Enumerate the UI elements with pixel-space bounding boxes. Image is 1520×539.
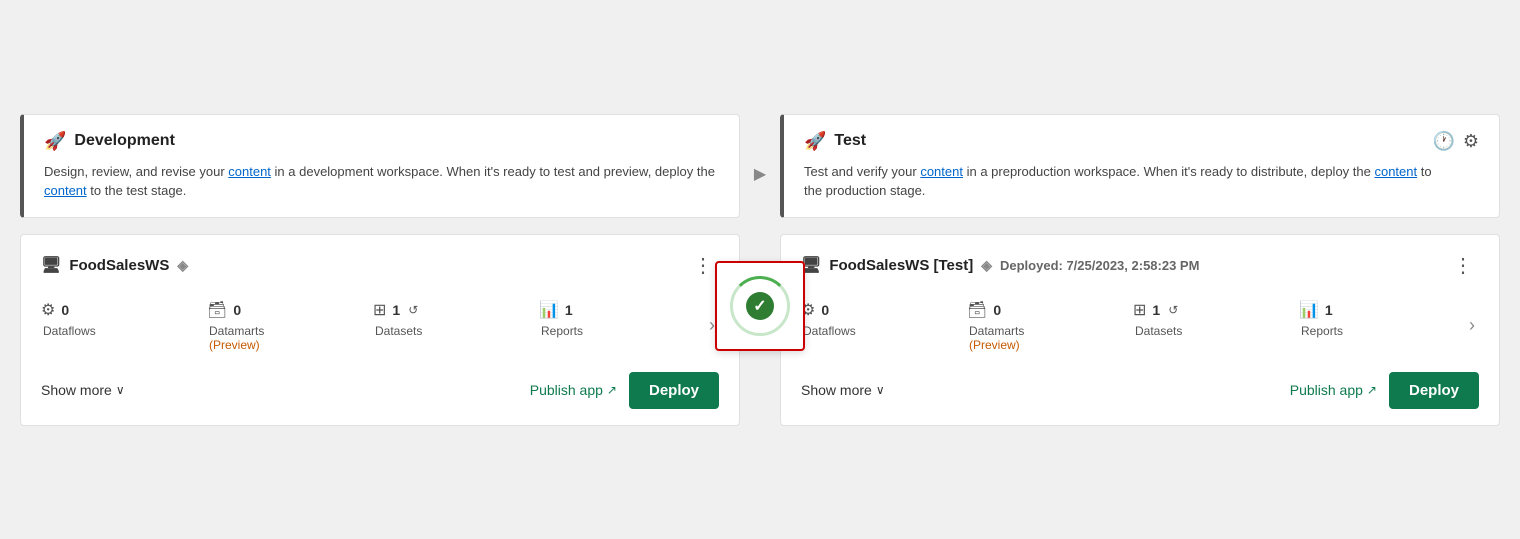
- dev-datamarts-label: Datamarts(Preview): [207, 324, 264, 352]
- test-title: 🚀 Test: [804, 131, 1432, 152]
- dev-publish-external-icon: ↗: [607, 383, 617, 397]
- test-diamond-icon: ◈: [981, 257, 992, 274]
- development-title: 🚀 Development: [44, 131, 719, 152]
- test-workspace-title: 🖥 FoodSalesWS [Test] ◈ Deployed: 7/25/20…: [801, 255, 1199, 275]
- test-datasets-refresh-icon[interactable]: ↺: [1168, 303, 1178, 317]
- test-publish-app-link[interactable]: Publish app ↗: [1290, 382, 1377, 398]
- test-reports-label: Reports: [1299, 324, 1343, 338]
- test-header: 🚀 Test Test and verify your content in a…: [780, 114, 1500, 218]
- dev-metric-datamarts: 🗃 0 Datamarts(Preview): [207, 300, 373, 352]
- test-workspace-card: 🖥 FoodSalesWS [Test] ◈ Deployed: 7/25/20…: [780, 234, 1500, 426]
- test-more-menu[interactable]: ⋮: [1447, 251, 1479, 280]
- deploy-spinner-outer: ✓: [730, 276, 790, 336]
- development-workspace-card: 🖥 FoodSalesWS ◈ ⋮ ⚙ 0 Dataflows 🗃: [20, 234, 740, 426]
- reports-icon-dev: 📊: [539, 300, 559, 320]
- test-header-icons: 🕐 ⚙: [1432, 131, 1479, 152]
- dev-metric-reports: 📊 1 Reports: [539, 300, 705, 338]
- arrow-right-icon: ▶: [754, 164, 766, 184]
- development-desc-link1[interactable]: content: [228, 164, 271, 179]
- dev-metrics-row: ⚙ 0 Dataflows 🗃 0 Datamarts(Preview) ⊞: [41, 300, 719, 352]
- dev-workspace-name: FoodSalesWS: [69, 257, 169, 274]
- test-description: Test and verify your content in a prepro…: [804, 162, 1432, 201]
- test-datasets-label: Datasets: [1133, 324, 1182, 338]
- test-datamarts-preview: (Preview): [969, 338, 1024, 352]
- test-stage-icon: 🚀: [804, 131, 826, 152]
- development-workspace-header: 🖥 FoodSalesWS ◈ ⋮: [41, 251, 719, 280]
- stage-arrow-dev-test: ▶: [740, 114, 780, 184]
- development-workspace-title: 🖥 FoodSalesWS ◈: [41, 255, 188, 275]
- test-footer-actions: Publish app ↗ Deploy: [1290, 372, 1479, 409]
- dev-dataflows-count: 0: [61, 302, 69, 318]
- test-desc-link2[interactable]: content: [1374, 164, 1417, 179]
- test-show-more-label: Show more: [801, 382, 872, 398]
- dev-show-more[interactable]: Show more ∨: [41, 382, 125, 398]
- test-settings-icon[interactable]: ⚙: [1463, 131, 1479, 152]
- test-metric-dataflows: ⚙ 0 Dataflows: [801, 300, 967, 338]
- test-publish-label: Publish app: [1290, 382, 1363, 398]
- test-deployed-text: Deployed: 7/25/2023, 2:58:23 PM: [1000, 258, 1199, 273]
- test-reports-count: 1: [1325, 302, 1333, 318]
- development-desc-link2[interactable]: content: [44, 183, 87, 198]
- test-show-more[interactable]: Show more ∨: [801, 382, 885, 398]
- test-dataflows-count: 0: [821, 302, 829, 318]
- test-card-footer: Show more ∨ Publish app ↗ Deploy: [801, 372, 1479, 409]
- test-deploy-button[interactable]: Deploy: [1389, 372, 1479, 409]
- test-history-icon[interactable]: 🕐: [1432, 131, 1454, 152]
- dev-metric-datasets: ⊞ 1 ↺ Datasets: [373, 300, 539, 338]
- development-description: Design, review, and revise your content …: [44, 162, 719, 201]
- test-datamarts-count: 0: [993, 302, 1001, 318]
- test-desc-link1[interactable]: content: [920, 164, 963, 179]
- test-metric-reports: 📊 1 Reports: [1299, 300, 1465, 338]
- deploy-animation-overlay: ✓: [715, 261, 805, 351]
- test-workspace-name: FoodSalesWS [Test]: [829, 257, 973, 274]
- development-stage-icon: 🚀: [44, 131, 66, 152]
- development-header: 🚀 Development Design, review, and revise…: [20, 114, 740, 218]
- dataflows-icon-dev: ⚙: [41, 300, 55, 320]
- test-datamarts-label: Datamarts(Preview): [967, 324, 1024, 352]
- dev-footer-actions: Publish app ↗ Deploy: [530, 372, 719, 409]
- test-stage: 🚀 Test Test and verify your content in a…: [780, 114, 1500, 426]
- datasets-icon-test: ⊞: [1133, 300, 1146, 320]
- test-datasets-count: 1: [1152, 302, 1160, 318]
- dev-metric-dataflows: ⚙ 0 Dataflows: [41, 300, 207, 338]
- test-metric-datamarts: 🗃 0 Datamarts(Preview): [967, 300, 1133, 352]
- test-metrics-row: ⚙ 0 Dataflows 🗃 0 Datamarts(Preview) ⊞: [801, 300, 1479, 352]
- test-metric-datasets: ⊞ 1 ↺ Datasets: [1133, 300, 1299, 338]
- datamarts-icon-test: 🗃: [967, 300, 987, 320]
- test-publish-external-icon: ↗: [1367, 383, 1377, 397]
- dev-reports-label: Reports: [539, 324, 583, 338]
- test-title-text: Test: [834, 132, 866, 150]
- development-stage: 🚀 Development Design, review, and revise…: [20, 114, 740, 426]
- dev-datasets-refresh-icon[interactable]: ↺: [408, 303, 418, 317]
- deploy-spinner-arrow: [730, 276, 790, 336]
- dev-deploy-button[interactable]: Deploy: [629, 372, 719, 409]
- dev-show-more-label: Show more: [41, 382, 112, 398]
- reports-icon-test: 📊: [1299, 300, 1319, 320]
- test-metrics-chevron[interactable]: ›: [1465, 311, 1479, 340]
- deploy-overlay-wrapper: ✓: [715, 261, 805, 351]
- dev-datasets-count: 1: [392, 302, 400, 318]
- dev-diamond-icon: ◈: [177, 257, 188, 274]
- test-show-more-chevron: ∨: [876, 383, 885, 397]
- dev-datamarts-count: 0: [233, 302, 241, 318]
- test-dataflows-label: Dataflows: [801, 324, 856, 338]
- dev-card-footer: Show more ∨ Publish app ↗ Deploy: [41, 372, 719, 409]
- dev-datasets-label: Datasets: [373, 324, 422, 338]
- dev-show-more-chevron: ∨: [116, 383, 125, 397]
- dev-workspace-icon: 🖥: [41, 255, 61, 275]
- datamarts-icon-dev: 🗃: [207, 300, 227, 320]
- test-workspace-header: 🖥 FoodSalesWS [Test] ◈ Deployed: 7/25/20…: [801, 251, 1479, 280]
- dev-publish-app-link[interactable]: Publish app ↗: [530, 382, 617, 398]
- dev-reports-count: 1: [565, 302, 573, 318]
- dev-dataflows-label: Dataflows: [41, 324, 96, 338]
- dev-publish-label: Publish app: [530, 382, 603, 398]
- dev-datamarts-preview: (Preview): [209, 338, 264, 352]
- development-title-text: Development: [74, 132, 174, 150]
- datasets-icon-dev: ⊞: [373, 300, 386, 320]
